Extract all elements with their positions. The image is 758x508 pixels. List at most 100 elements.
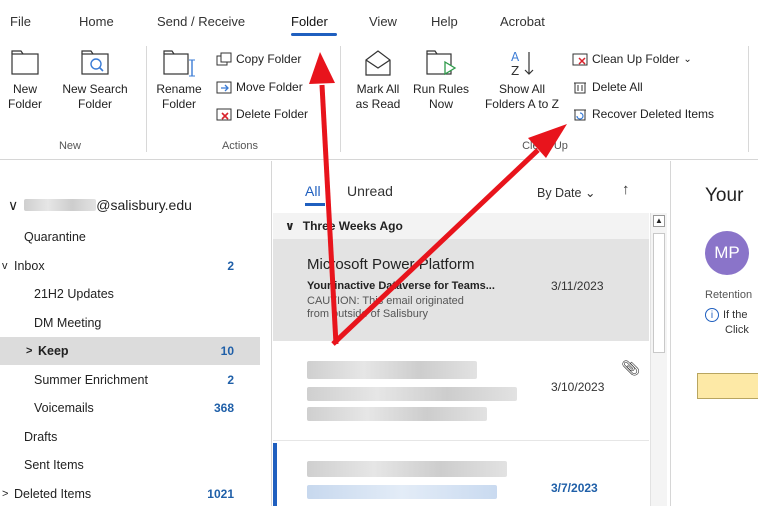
sort-label: By Date: [537, 186, 582, 200]
delete-folder-icon: [216, 108, 232, 121]
unread-count: 1021: [207, 486, 234, 501]
show-all-folders-button[interactable]: AZ Show All Folders A to Z: [476, 48, 568, 112]
mark-all-read-label: Mark All as Read: [355, 82, 401, 111]
chevron-right-icon[interactable]: >: [26, 345, 38, 357]
scroll-up-icon[interactable]: ▲: [653, 215, 665, 227]
delete-all-button[interactable]: Delete All: [572, 80, 643, 94]
tab-home[interactable]: Home: [79, 14, 114, 29]
folder-name: Deleted Items: [14, 486, 92, 501]
message-date: 3/7/2023: [551, 481, 598, 495]
tab-unread[interactable]: Unread: [347, 183, 393, 199]
folder-item[interactable]: Drafts: [0, 423, 260, 451]
new-folder-label: New Folder: [7, 82, 42, 111]
recover-deleted-icon: [574, 109, 586, 121]
folder-item[interactable]: DM Meeting: [0, 309, 260, 337]
unread-count: 10: [220, 344, 234, 358]
tab-view[interactable]: View: [369, 14, 397, 29]
clean-up-folder-label: Clean Up Folder: [592, 52, 680, 66]
run-rules-now-button[interactable]: Run Rules Now: [410, 48, 472, 112]
account-row[interactable]: ∨ @salisbury.edu: [0, 191, 260, 219]
delete-all-icon: [574, 82, 586, 94]
svg-text:A: A: [511, 50, 520, 64]
move-folder-icon: [216, 81, 232, 94]
move-folder-button[interactable]: Move Folder: [216, 80, 303, 94]
folder-item[interactable]: Sent Items: [0, 451, 260, 479]
clean-up-icon: [572, 53, 588, 66]
folder-item[interactable]: 21H2 Updates: [0, 280, 260, 308]
rename-folder-label: Rename Folder: [156, 82, 202, 111]
delete-all-label: Delete All: [592, 80, 643, 94]
unread-count: 368: [213, 401, 234, 415]
group-label-new: New: [58, 140, 81, 152]
active-tab-indicator: [291, 33, 337, 36]
sort-direction-icon[interactable]: ↑: [622, 181, 630, 198]
show-all-folders-label: Show All Folders A to Z: [484, 82, 560, 111]
chevron-right-icon[interactable]: >: [2, 488, 14, 500]
group-label-actions: Actions: [221, 140, 259, 152]
rename-folder-button[interactable]: Rename Folder: [156, 48, 202, 112]
mark-all-read-button[interactable]: Mark All as Read: [348, 48, 408, 112]
unread-count: 2: [227, 372, 234, 387]
tab-acrobat[interactable]: Acrobat: [500, 14, 545, 29]
folder-item[interactable]: Voicemails 368: [0, 394, 260, 422]
list-item[interactable]: Microsoft Power Platform Your inactive D…: [273, 239, 649, 341]
svg-text:Z: Z: [511, 64, 519, 78]
separator: [748, 46, 749, 152]
clean-up-folder-button[interactable]: Clean Up Folder ⌄: [572, 52, 692, 66]
ribbon-tab-bar: File Home Send / Receive Folder View Hel…: [0, 0, 758, 40]
paperclip-icon: 📎︎: [621, 360, 641, 377]
redacted-username: [24, 199, 97, 211]
open-envelope-icon: [365, 50, 391, 76]
folder-name: 21H2 Updates: [34, 287, 114, 301]
message-list-scrollbar[interactable]: ▲: [650, 213, 667, 506]
folder-item[interactable]: Summer Enrichment 2: [0, 366, 260, 394]
scroll-thumb[interactable]: [653, 233, 665, 353]
avatar[interactable]: MP: [705, 231, 749, 275]
retention-label: Retention: [705, 289, 753, 301]
separator: [146, 46, 147, 152]
folder-name: Keep: [38, 344, 69, 358]
folder-pane: ∨ @salisbury.edu Quarantine v Inbox 2 21H2 U…: [0, 161, 272, 506]
tab-folder[interactable]: Folder: [291, 14, 328, 29]
tab-send-receive[interactable]: Send / Receive: [157, 14, 245, 29]
rename-folder-icon: [163, 50, 195, 77]
tab-help[interactable]: Help: [431, 14, 458, 29]
folder-item[interactable]: > Deleted Items 1021: [0, 480, 260, 508]
info-icon: i: [705, 308, 719, 322]
folder-name: Voicemails: [34, 401, 94, 415]
message-preview: from outside of Salisbury: [307, 308, 429, 320]
unread-indicator: [273, 443, 277, 506]
run-rules-now-label: Run Rules Now: [412, 82, 470, 111]
folder-name: Sent Items: [24, 458, 84, 472]
recover-deleted-items-button[interactable]: Recover Deleted Items: [572, 107, 714, 121]
sort-a-z-icon: AZ: [511, 50, 534, 78]
message-date: 3/10/2023: [551, 380, 605, 394]
list-item[interactable]: 3/7/2023: [273, 443, 649, 506]
info-text: Click: [725, 324, 749, 336]
message-subject: Your inactive Dataverse for Teams...: [307, 280, 495, 292]
new-search-folder-button[interactable]: New Search Folder: [54, 48, 136, 112]
delete-folder-button[interactable]: Delete Folder: [216, 107, 308, 121]
reading-title: Your: [705, 185, 744, 206]
folder-item[interactable]: Quarantine: [0, 223, 260, 251]
chevron-down-icon[interactable]: v: [2, 260, 14, 272]
group-header[interactable]: ∨ Three Weeks Ago: [273, 213, 649, 239]
folder-item[interactable]: > Keep 10: [0, 337, 260, 365]
tab-all[interactable]: All: [305, 183, 321, 199]
sort-dropdown[interactable]: By Date ⌄: [537, 185, 595, 200]
copy-folder-button[interactable]: Copy Folder: [216, 52, 301, 66]
account-email: @salisbury.edu: [96, 197, 192, 213]
tab-file[interactable]: File: [10, 14, 31, 29]
action-banner[interactable]: [697, 373, 758, 399]
folder-name: Summer Enrichment: [34, 372, 148, 387]
list-item[interactable]: 📎︎ 3/10/2023: [273, 341, 649, 441]
chevron-down-icon: ⌄: [683, 53, 692, 65]
move-folder-label: Move Folder: [236, 80, 303, 94]
redacted-subject: [307, 485, 497, 499]
new-folder-button[interactable]: New Folder: [4, 48, 46, 112]
group-label-clean-up: Clean Up: [522, 140, 568, 152]
copy-folder-label: Copy Folder: [236, 52, 302, 66]
folder-name: DM Meeting: [34, 315, 102, 330]
folder-item[interactable]: v Inbox 2: [0, 252, 260, 280]
active-tab-indicator: [305, 203, 325, 206]
